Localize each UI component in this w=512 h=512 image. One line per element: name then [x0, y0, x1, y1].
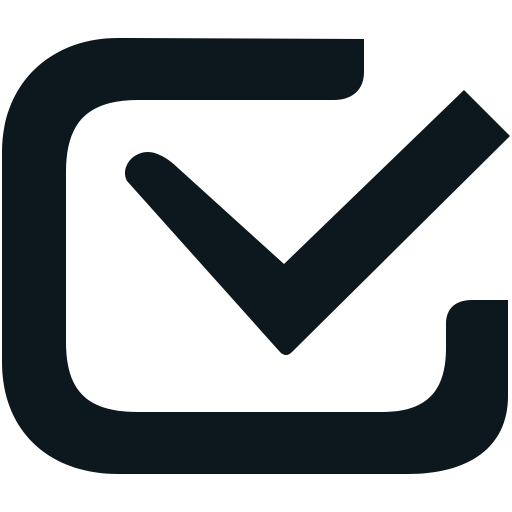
icon-canvas: [0, 0, 512, 512]
checkbox-checked-icon: [2, 38, 511, 474]
